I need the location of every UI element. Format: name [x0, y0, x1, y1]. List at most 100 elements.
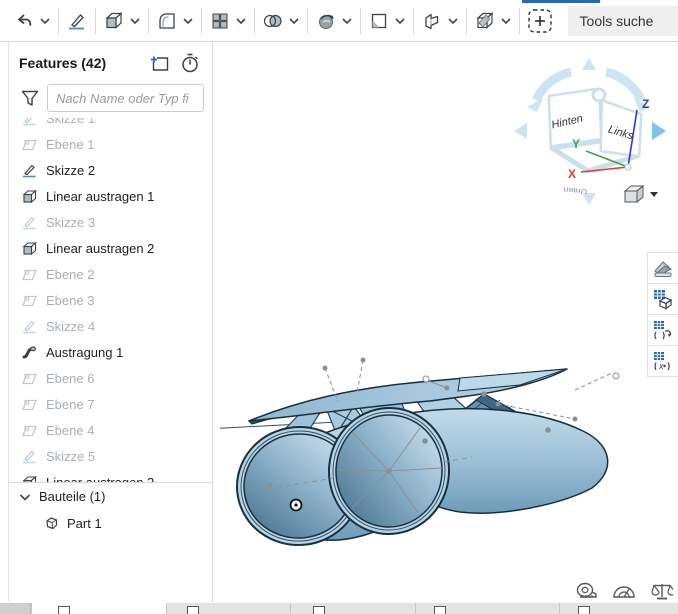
document-tab-bar	[0, 603, 678, 614]
chevron-down-icon	[342, 18, 352, 24]
view-cube[interactable]: Hinten Links Unten Z Y X	[496, 52, 678, 210]
feature-label: Skizze 3	[46, 215, 95, 230]
feature-label: Ebene 1	[46, 137, 94, 152]
feature-list: Skizze 1 Ebene 1 Skizze 2 Linear austrag…	[9, 118, 212, 482]
view-options-caret-icon	[650, 192, 658, 197]
undo-button[interactable]	[11, 8, 37, 34]
tab-part-studio-active[interactable]	[31, 603, 167, 614]
parts-section-header[interactable]: Bauteile (1)	[9, 483, 212, 510]
feature-row-linear-austragen-2[interactable]: Linear austragen 2	[9, 235, 212, 261]
fillet-icon	[156, 10, 178, 32]
parts-section: Bauteile (1) Part 1	[9, 482, 212, 602]
undo-dropdown[interactable]	[37, 8, 53, 34]
fillet-button[interactable]	[154, 8, 180, 34]
tab-3[interactable]	[291, 603, 416, 614]
feature-row-ebene-7[interactable]: Ebene 7	[9, 391, 212, 417]
surface-button[interactable]	[366, 8, 392, 34]
sheet-metal-dropdown[interactable]	[445, 8, 461, 34]
tab-5[interactable]	[560, 603, 678, 614]
rotate-left-arrow[interactable]	[514, 123, 527, 139]
parts-section-spacer	[9, 536, 212, 602]
part-row-part-1[interactable]: Part 1	[9, 510, 212, 536]
sketch-point-open	[423, 376, 429, 382]
feature-label: Linear austragen 2	[46, 241, 154, 256]
rotate-ccw-arrowhead[interactable]	[527, 98, 543, 112]
history-button[interactable]	[178, 52, 202, 74]
feature-row-skizze-2[interactable]: Skizze 2	[9, 157, 212, 183]
appearance-panel-button[interactable]	[648, 253, 678, 284]
view-options-button[interactable]	[625, 186, 658, 202]
configured-properties-icon: x	[652, 350, 674, 372]
extrude-icon	[103, 10, 125, 32]
feature-row-skizze-5[interactable]: Skizze 5	[9, 443, 212, 469]
part-model[interactable]	[220, 330, 650, 570]
split-icon	[474, 10, 496, 32]
feature-row-ebene-3[interactable]: Ebene 3	[9, 287, 212, 313]
cube-face-label-bottom[interactable]: Unten	[563, 185, 588, 195]
measure-angle-button[interactable]	[612, 581, 636, 601]
feature-row-ebene-4[interactable]: Ebene 4	[9, 417, 212, 443]
configuration-panel-button[interactable]	[648, 284, 678, 315]
sheet-metal-button[interactable]	[419, 8, 445, 34]
rotate-cw-arrow[interactable]	[606, 72, 641, 100]
feature-row-ebene-2[interactable]: Ebene 2	[9, 261, 212, 287]
pattern-button[interactable]	[207, 8, 233, 34]
filter-button[interactable]	[19, 87, 41, 109]
chevron-down-icon	[289, 18, 299, 24]
sketch-icon	[21, 448, 38, 465]
feature-row-austragung-1[interactable]: Austragung 1	[9, 339, 212, 365]
deform-button[interactable]	[313, 8, 339, 34]
configured-features-icon	[652, 319, 674, 341]
sweep-icon	[21, 344, 38, 361]
surface-dropdown[interactable]	[392, 8, 408, 34]
tools-search-label: Tools suche	[580, 13, 654, 29]
tab-4[interactable]	[416, 603, 560, 614]
deform-dropdown[interactable]	[339, 8, 355, 34]
tab-icon	[578, 606, 590, 614]
feature-label: Ebene 3	[46, 293, 94, 308]
feature-row-skizze-3[interactable]: Skizze 3	[9, 209, 212, 235]
fillet-dropdown[interactable]	[180, 8, 196, 34]
feature-row-ebene-6[interactable]: Ebene 6	[9, 365, 212, 391]
feature-label: Linear austragen 3	[46, 475, 154, 483]
tools-search-box[interactable]: Tools suche	[568, 6, 678, 36]
extrude-icon	[21, 474, 38, 483]
features-panel-title: Features (42)	[19, 55, 142, 71]
boolean-button[interactable]	[260, 8, 286, 34]
undo-icon	[14, 11, 34, 31]
tab-menu-button[interactable]	[0, 603, 31, 614]
sketch-button[interactable]	[64, 8, 90, 34]
insert-tool-button[interactable]	[525, 8, 555, 34]
mass-properties-button[interactable]	[650, 581, 674, 601]
rotate-up-arrow[interactable]	[582, 58, 596, 70]
tab-2[interactable]	[167, 603, 291, 614]
rotate-right-arrow[interactable]	[652, 122, 666, 140]
scale-balance-icon	[651, 582, 673, 600]
extrude-button[interactable]	[101, 8, 127, 34]
boolean-dropdown[interactable]	[286, 8, 302, 34]
measure-distance-button[interactable]	[574, 581, 598, 601]
feature-row-skizze-4[interactable]: Skizze 4	[9, 313, 212, 339]
new-folder-button[interactable]	[148, 52, 172, 74]
feature-filter-input[interactable]	[47, 84, 204, 112]
graphics-area[interactable]: Hinten Links Unten Z Y X	[213, 42, 678, 603]
plane-icon	[21, 422, 38, 439]
folder-plus-icon	[150, 55, 170, 72]
pattern-dropdown[interactable]	[233, 8, 249, 34]
feature-row-linear-austragen-1[interactable]: Linear austragen 1	[9, 183, 212, 209]
tape-measure-icon	[575, 582, 597, 600]
axis-origin	[625, 164, 631, 170]
feature-row-skizze-1[interactable]: Skizze 1	[9, 118, 212, 131]
configured-properties-button[interactable]: x	[648, 346, 678, 377]
split-button[interactable]	[472, 8, 498, 34]
split-dropdown[interactable]	[498, 8, 514, 34]
feature-row-ebene-1[interactable]: Ebene 1	[9, 131, 212, 157]
plane-icon	[21, 136, 38, 153]
feature-label: Ebene 2	[46, 267, 94, 282]
pattern-icon	[209, 10, 231, 32]
cube-corner[interactable]	[593, 89, 605, 101]
configured-features-button[interactable]	[648, 315, 678, 346]
extrude-dropdown[interactable]	[127, 8, 143, 34]
feature-row-linear-austragen-3[interactable]: Linear austragen 3	[9, 469, 212, 482]
parts-section-label: Bauteile (1)	[39, 489, 105, 504]
